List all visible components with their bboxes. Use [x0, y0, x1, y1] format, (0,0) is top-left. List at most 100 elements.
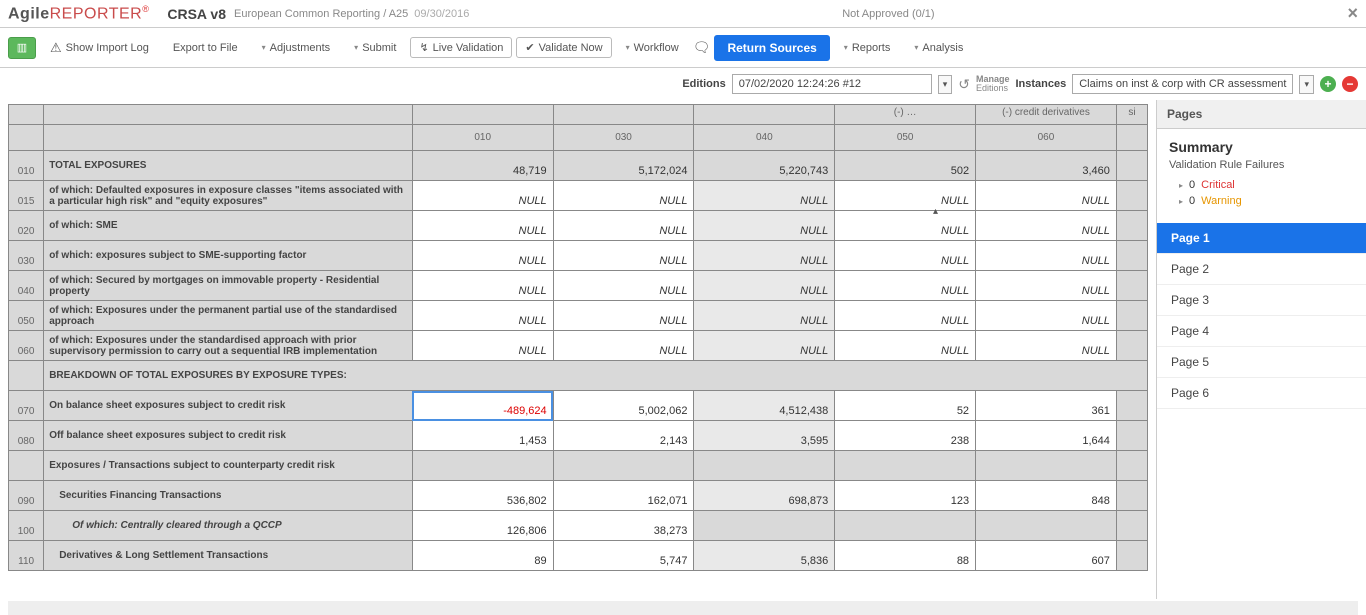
cell[interactable]: 5,220,743 — [694, 151, 835, 181]
cell[interactable]: NULL — [412, 301, 553, 331]
cell[interactable]: NULL — [976, 211, 1117, 241]
cell[interactable]: 4,512,438 — [694, 391, 835, 421]
page-nav-item[interactable]: Page 1 — [1157, 223, 1366, 254]
history-icon[interactable]: ↺ — [958, 76, 970, 93]
cell[interactable]: 5,172,024 — [553, 151, 694, 181]
cell[interactable]: NULL — [412, 181, 553, 211]
cell[interactable]: NULL — [553, 181, 694, 211]
submit-menu[interactable]: ▾Submit — [344, 38, 406, 58]
cell[interactable]: 1,644 — [976, 421, 1117, 451]
warning-failures[interactable]: ▸ 0 Warning — [1169, 193, 1354, 209]
cell[interactable]: NULL — [835, 301, 976, 331]
cell[interactable]: NULL — [412, 331, 553, 361]
cell[interactable]: NULL — [694, 241, 835, 271]
cell[interactable]: NULL — [976, 241, 1117, 271]
product-name: CRSA v8 — [167, 6, 226, 22]
cell[interactable]: NULL — [412, 271, 553, 301]
cell[interactable]: NULL — [976, 301, 1117, 331]
cell[interactable]: NULL — [976, 271, 1117, 301]
manage-editions-link[interactable]: Manage Editions — [976, 75, 1010, 93]
cell[interactable]: 38,273 — [553, 511, 694, 541]
show-import-log[interactable]: ⚠Show Import Log — [40, 36, 159, 60]
cell[interactable]: 5,836 — [694, 541, 835, 571]
cell[interactable]: NULL — [694, 331, 835, 361]
cell[interactable]: NULL — [553, 271, 694, 301]
cell[interactable]: NULL — [694, 271, 835, 301]
scroll-up-icon[interactable]: ▴ — [933, 206, 938, 217]
cell[interactable]: NULL — [976, 181, 1117, 211]
remove-instance-button[interactable]: − — [1342, 76, 1358, 92]
cell[interactable]: 361 — [976, 391, 1117, 421]
cell[interactable]: 848 — [976, 481, 1117, 511]
warning-icon: ⚠ — [50, 40, 62, 56]
cell[interactable]: NULL — [553, 331, 694, 361]
cell[interactable]: 88 — [835, 541, 976, 571]
row-label: of which: Secured by mortgages on immova… — [44, 271, 413, 301]
cell[interactable]: NULL — [694, 301, 835, 331]
cell[interactable]: 5,747 — [553, 541, 694, 571]
cell[interactable]: NULL — [976, 331, 1117, 361]
instance-dropdown[interactable]: ▾ — [1299, 75, 1314, 94]
cell[interactable]: 123 — [835, 481, 976, 511]
row-code: 110 — [9, 541, 44, 571]
cell[interactable]: NULL — [835, 271, 976, 301]
cell[interactable]: NULL — [835, 241, 976, 271]
cell[interactable]: 3,460 — [976, 151, 1117, 181]
cell[interactable]: 502 — [835, 151, 976, 181]
row-code: 100 — [9, 511, 44, 541]
page-nav-item[interactable]: Page 4 — [1157, 316, 1366, 347]
export-to-file[interactable]: Export to File — [163, 38, 248, 58]
return-sources-button[interactable]: Return Sources — [714, 35, 829, 61]
cell[interactable] — [694, 511, 835, 541]
cell[interactable]: NULL — [694, 211, 835, 241]
cell[interactable]: 52 — [835, 391, 976, 421]
page-nav-item[interactable]: Page 6 — [1157, 378, 1366, 409]
cell[interactable]: NULL — [412, 211, 553, 241]
cell[interactable]: NULL — [553, 301, 694, 331]
cell[interactable]: 3,595 — [694, 421, 835, 451]
critical-failures[interactable]: ▸ 0 Critical — [1169, 177, 1354, 193]
validate-now-button[interactable]: ✔Validate Now — [516, 37, 611, 58]
arrow-right-icon: ▸ — [1179, 197, 1183, 206]
close-icon[interactable]: × — [1347, 3, 1358, 24]
cell[interactable]: 607 — [976, 541, 1117, 571]
cell[interactable]: 162,071 — [553, 481, 694, 511]
reports-menu[interactable]: ▾Reports — [834, 38, 901, 58]
row-label: of which: exposures subject to SME-suppo… — [44, 241, 413, 271]
live-validation-button[interactable]: ↯Live Validation — [410, 37, 512, 58]
cell[interactable]: 5,002,062 — [553, 391, 694, 421]
cell[interactable]: NULL — [835, 211, 976, 241]
horizontal-scrollbar[interactable] — [8, 601, 1358, 615]
cell[interactable]: 2,143 — [553, 421, 694, 451]
cell[interactable] — [835, 511, 976, 541]
page-nav-item[interactable]: Page 5 — [1157, 347, 1366, 378]
cell[interactable]: 126,806 — [412, 511, 553, 541]
cell[interactable]: 238 — [835, 421, 976, 451]
workflow-menu[interactable]: ▾Workflow — [616, 38, 689, 58]
cell[interactable]: NULL — [694, 181, 835, 211]
instance-select[interactable]: Claims on inst & corp with CR assessment — [1072, 74, 1293, 94]
cell[interactable] — [976, 511, 1117, 541]
page-nav-item[interactable]: Page 2 — [1157, 254, 1366, 285]
cell[interactable]: NULL — [553, 241, 694, 271]
page-nav-item[interactable]: Page 3 — [1157, 285, 1366, 316]
cell[interactable]: 698,873 — [694, 481, 835, 511]
cell[interactable]: NULL — [835, 331, 976, 361]
cell[interactable]: NULL — [835, 181, 976, 211]
toggle-panel-button[interactable]: ▥ — [8, 37, 36, 59]
cell[interactable]: 89 — [412, 541, 553, 571]
data-grid[interactable]: (-) … (-) credit derivatives si 010 030 … — [0, 100, 1156, 599]
analysis-menu[interactable]: ▾Analysis — [904, 38, 973, 58]
cell[interactable]: NULL — [553, 211, 694, 241]
edition-select[interactable]: 07/02/2020 12:24:26 #12 — [732, 74, 932, 94]
cell[interactable]: -489,624 — [412, 391, 553, 421]
cell[interactable]: 1,453 — [412, 421, 553, 451]
adjustments-menu[interactable]: ▾Adjustments — [252, 38, 341, 58]
main-toolbar: ▥ ⚠Show Import Log Export to File ▾Adjus… — [0, 28, 1366, 68]
cell[interactable]: 536,802 — [412, 481, 553, 511]
add-instance-button[interactable]: + — [1320, 76, 1336, 92]
edition-dropdown[interactable]: ▾ — [938, 75, 953, 94]
cell[interactable]: NULL — [412, 241, 553, 271]
comment-icon[interactable]: 🗨 — [693, 39, 711, 56]
cell[interactable]: 48,719 — [412, 151, 553, 181]
